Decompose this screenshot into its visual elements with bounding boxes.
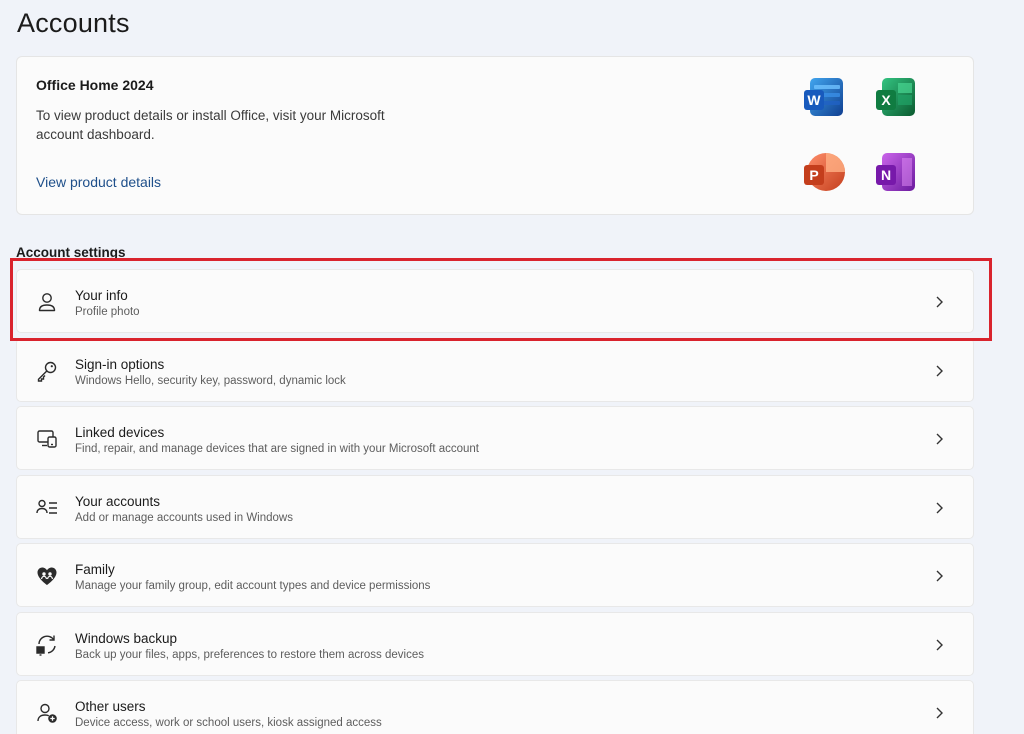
account-settings-list: Your info Profile photo Sign-in options … — [16, 269, 974, 734]
chevron-right-icon — [936, 433, 943, 445]
backup-icon — [36, 635, 56, 656]
svg-text:N: N — [881, 167, 891, 183]
settings-item-subtitle: Manage your family group, edit account t… — [75, 580, 431, 592]
key-icon — [37, 361, 57, 382]
settings-item-family[interactable]: Family Manage your family group, edit ac… — [16, 543, 974, 607]
chevron-right-icon — [936, 639, 943, 650]
settings-item-title: Windows backup — [75, 630, 178, 646]
settings-item-title: Sign-in options — [75, 356, 165, 372]
settings-item-subtitle: Device access, work or school users, kio… — [75, 717, 382, 729]
accounts-list-icon — [36, 499, 57, 514]
settings-item-your-accounts[interactable]: Your accounts Add or manage accounts use… — [16, 474, 974, 539]
svg-text:X: X — [881, 92, 891, 108]
settings-item-your-info[interactable]: Your info Profile photo — [16, 269, 974, 333]
settings-item-subtitle: Windows Hello, security key, password, d… — [75, 374, 346, 387]
settings-item-title: Linked devices — [75, 425, 165, 440]
person-icon — [38, 293, 56, 312]
office-product-card: Office Home 2024 To view product details… — [16, 56, 974, 215]
powerpoint-icon: P — [804, 153, 845, 191]
settings-item-subtitle: Profile photo — [75, 306, 140, 318]
settings-item-sign-in-options[interactable]: Sign-in options Windows Hello, security … — [16, 337, 974, 402]
settings-item-windows-backup[interactable]: Windows backup Back up your files, apps,… — [16, 611, 974, 676]
chevron-right-icon — [936, 365, 943, 376]
excel-icon: X — [876, 78, 915, 116]
onenote-icon: N — [876, 153, 915, 191]
settings-item-title: Your accounts — [75, 493, 161, 509]
account-settings-heading: Account settings — [16, 245, 126, 260]
chevron-right-icon — [936, 296, 943, 308]
devices-icon — [37, 430, 57, 448]
svg-text:W: W — [807, 92, 821, 108]
settings-item-title: Other users — [75, 699, 146, 714]
office-product-title: Office Home 2024 — [36, 77, 154, 93]
chevron-right-icon — [936, 707, 943, 719]
settings-item-linked-devices[interactable]: Linked devices Find, repair, and manage … — [16, 406, 974, 470]
view-product-details-link[interactable]: View product details — [36, 174, 161, 190]
settings-item-subtitle: Back up your files, apps, preferences to… — [75, 648, 424, 661]
settings-item-subtitle: Find, repair, and manage devices that ar… — [75, 443, 479, 455]
settings-item-title: Family — [75, 562, 115, 577]
settings-item-subtitle: Add or manage accounts used in Windows — [75, 511, 293, 524]
page-title: Accounts — [17, 8, 130, 38]
settings-item-title: Your info — [75, 288, 128, 303]
svg-text:P: P — [809, 167, 818, 183]
chevron-right-icon — [936, 570, 943, 582]
add-person-icon — [37, 703, 57, 723]
family-heart-icon — [37, 567, 57, 585]
settings-item-other-users[interactable]: Other users Device access, work or schoo… — [16, 680, 974, 734]
word-icon: W — [804, 78, 843, 116]
office-product-description: To view product details or install Offic… — [36, 108, 385, 142]
chevron-right-icon — [936, 502, 943, 513]
